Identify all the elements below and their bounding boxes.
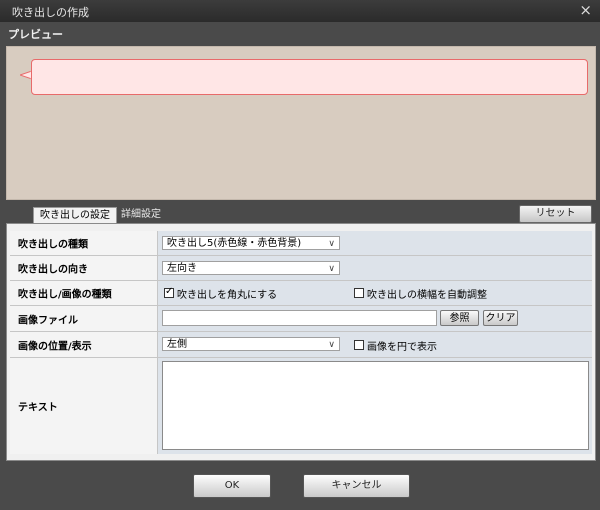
- rounded-corners-label: 吹き出しを角丸にする: [177, 290, 278, 301]
- row-text: テキスト: [10, 358, 592, 454]
- bubble-direction-label: 吹き出しの向き: [18, 264, 88, 276]
- settings-panel: 吹き出しの種類 吹き出し5(赤色線・赤色背景) ∨ 吹き出しの向き 左向き ∨ …: [6, 223, 596, 461]
- chevron-down-icon: ∨: [328, 239, 335, 249]
- image-position-label: 画像の位置/表示: [18, 341, 92, 352]
- bubble-type-label: 吹き出しの種類: [18, 239, 88, 251]
- close-icon[interactable]: ×: [579, 2, 592, 18]
- cancel-button[interactable]: キャンセル: [303, 474, 410, 498]
- title-bar: 吹き出しの作成 ×: [0, 0, 600, 22]
- auto-width-checkbox[interactable]: 吹き出しの横幅を自動調整: [354, 286, 487, 301]
- row-image-file: 画像ファイル 参照 クリア: [10, 306, 592, 332]
- row-image-position: 画像の位置/表示 左側 ∨ 画像を円で表示: [10, 332, 592, 358]
- image-file-label: 画像ファイル: [18, 315, 78, 326]
- preview-area: [6, 46, 596, 200]
- shape-type-label: 吹き出し/画像の種類: [18, 289, 112, 301]
- chevron-down-icon: ∨: [328, 264, 335, 274]
- window-title: 吹き出しの作成: [12, 6, 89, 19]
- image-position-value: 左側: [167, 339, 187, 350]
- row-bubble-direction: 吹き出しの向き 左向き ∨: [10, 256, 592, 281]
- bubble-direction-select[interactable]: 左向き ∨: [162, 261, 340, 275]
- text-label: テキスト: [18, 402, 58, 414]
- bubble-type-select[interactable]: 吹き出し5(赤色線・赤色背景) ∨: [162, 236, 340, 250]
- auto-width-label: 吹き出しの横幅を自動調整: [367, 290, 487, 301]
- check-icon: ✓: [165, 285, 174, 297]
- image-position-select[interactable]: 左側 ∨: [162, 337, 340, 351]
- speech-bubble-preview: [31, 59, 588, 95]
- browse-button[interactable]: 参照: [440, 310, 479, 326]
- tab-bubble-settings[interactable]: 吹き出しの設定: [33, 207, 117, 224]
- circle-image-checkbox[interactable]: 画像を円で表示: [354, 338, 437, 353]
- reset-button[interactable]: リセット: [519, 205, 592, 223]
- bubble-type-value: 吹き出し5(赤色線・赤色背景): [167, 238, 302, 249]
- row-bubble-type: 吹き出しの種類 吹き出し5(赤色線・赤色背景) ∨: [10, 231, 592, 256]
- ok-button[interactable]: OK: [193, 474, 271, 498]
- row-shape-type: 吹き出し/画像の種類 ✓ 吹き出しを角丸にする 吹き出しの横幅を自動調整: [10, 281, 592, 306]
- preview-label: プレビュー: [8, 28, 63, 41]
- bubble-direction-value: 左向き: [167, 263, 197, 274]
- image-file-input[interactable]: [162, 310, 437, 326]
- clear-button[interactable]: クリア: [483, 310, 518, 326]
- circle-image-label: 画像を円で表示: [367, 342, 437, 353]
- text-input[interactable]: [162, 361, 589, 450]
- rounded-corners-checkbox[interactable]: ✓ 吹き出しを角丸にする: [164, 286, 277, 301]
- chevron-down-icon: ∨: [328, 340, 335, 350]
- tab-detail-settings[interactable]: 詳細設定: [115, 207, 167, 223]
